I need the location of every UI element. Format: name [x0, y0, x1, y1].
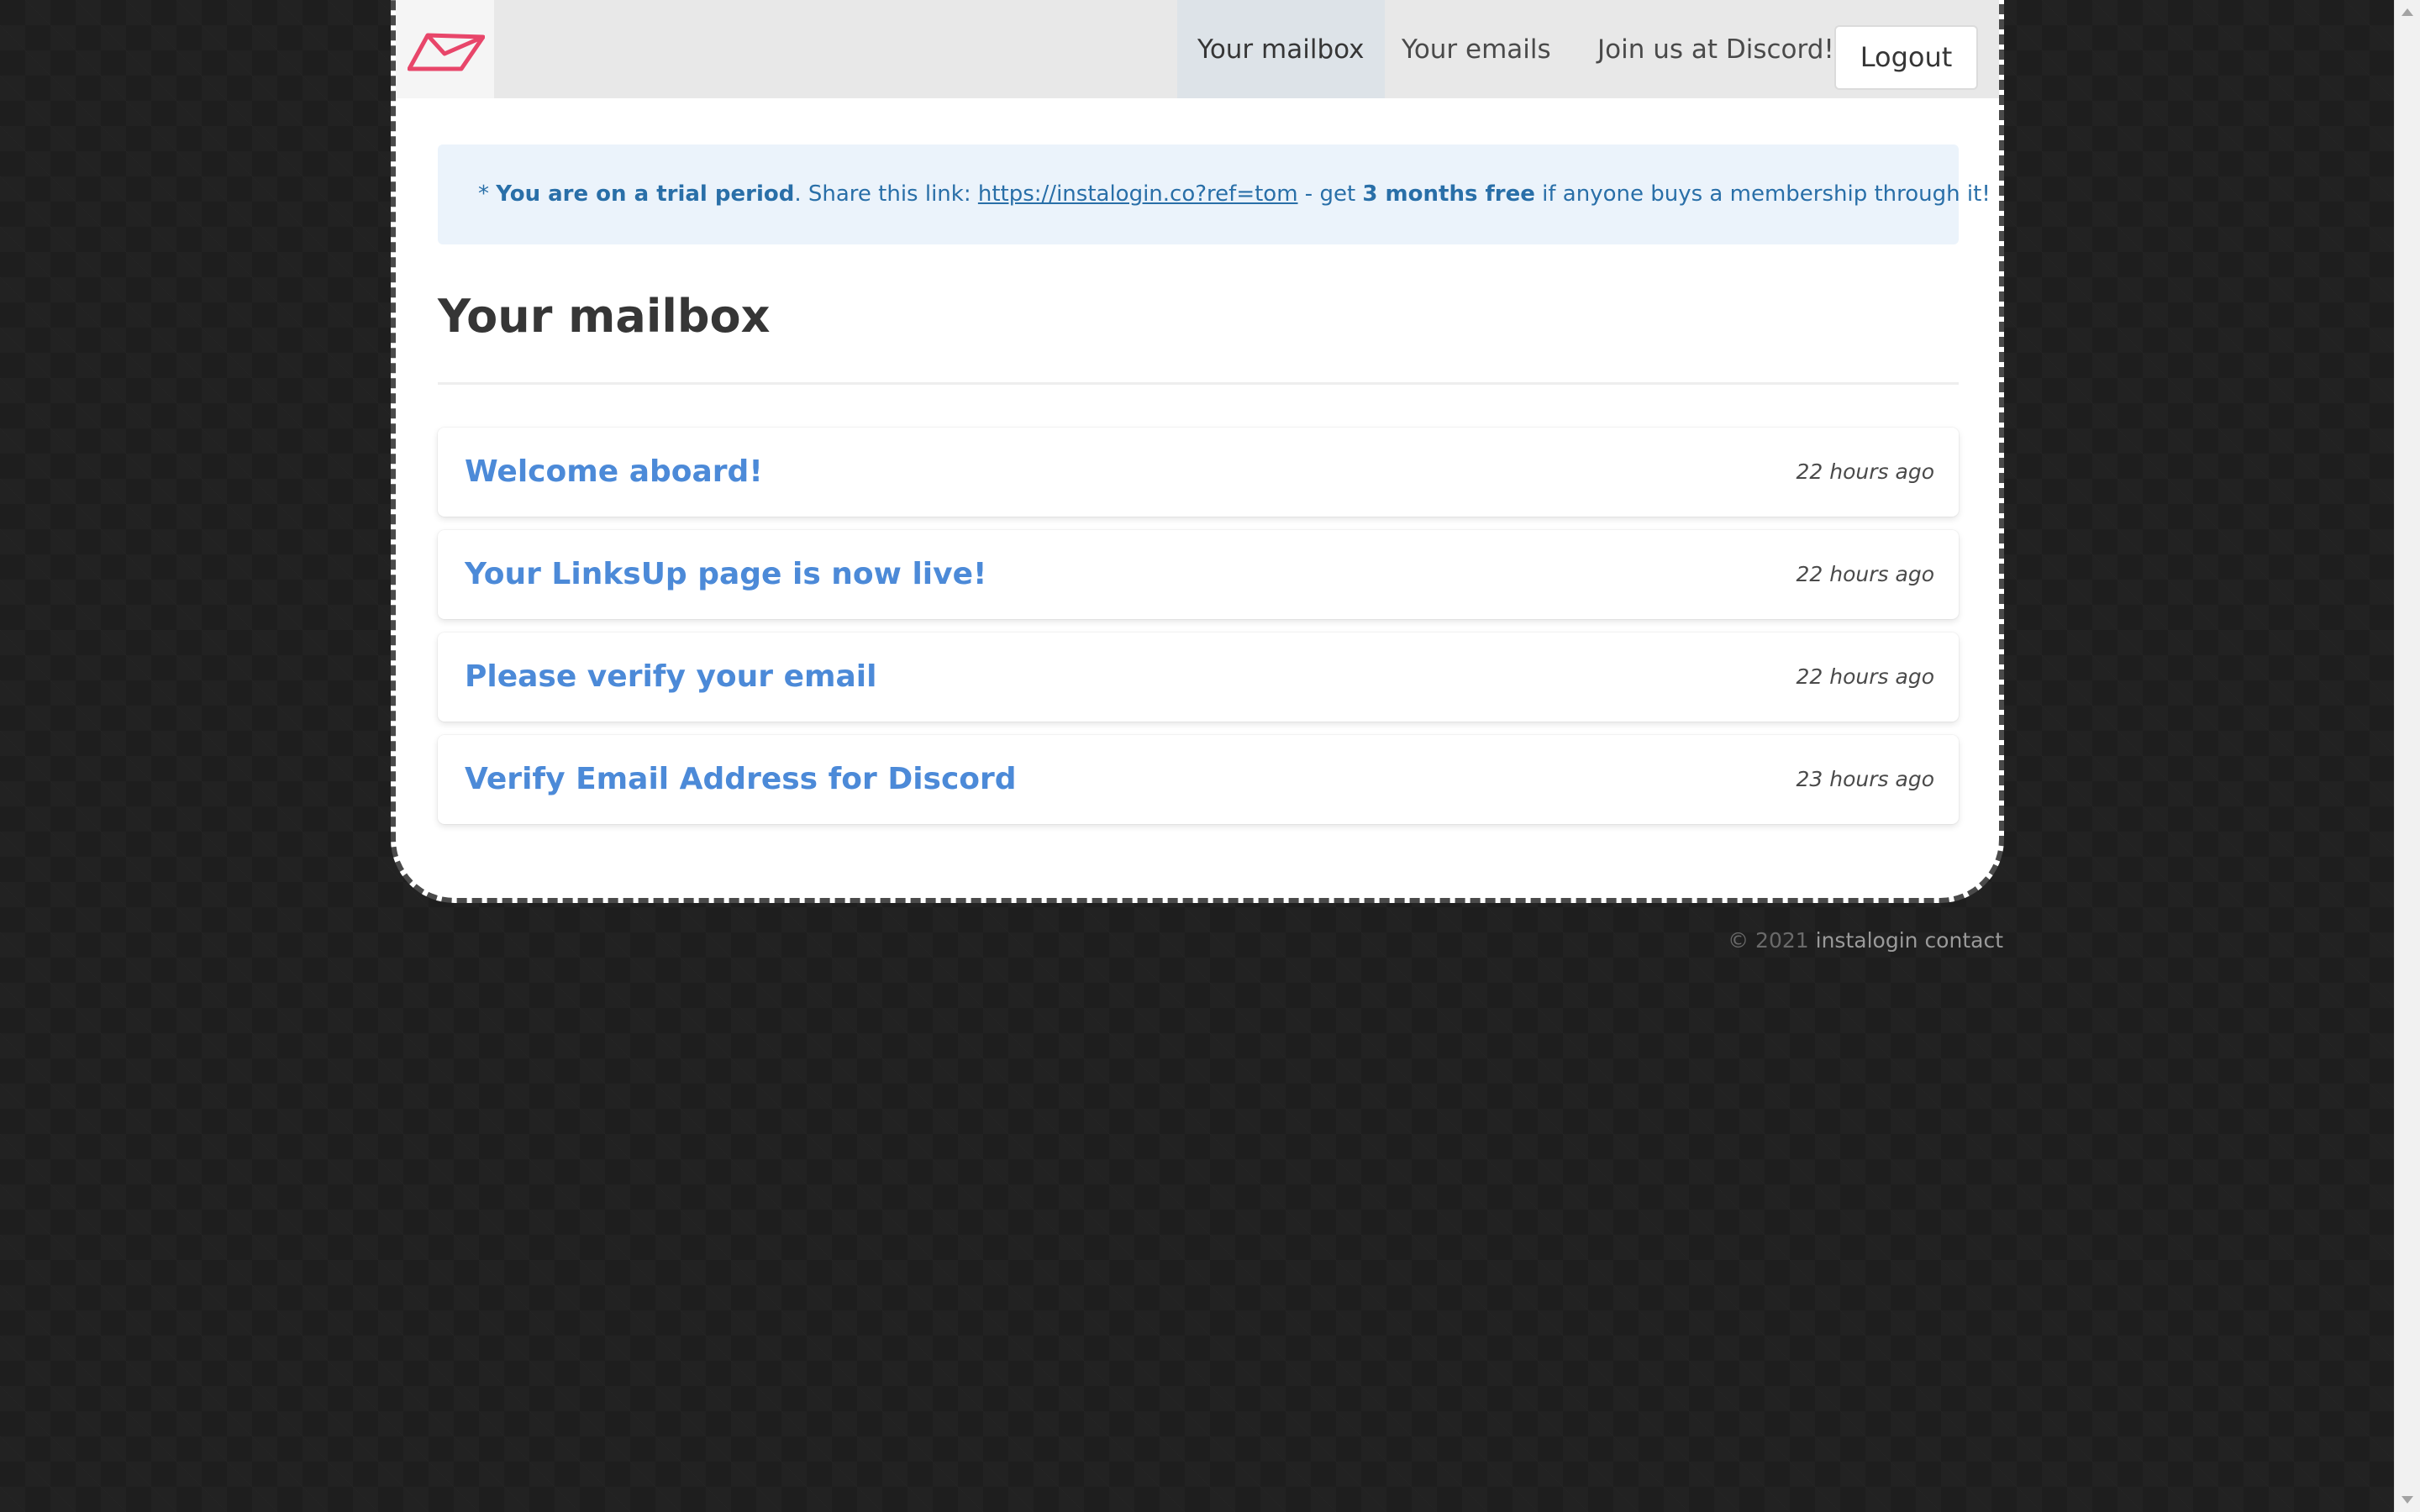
nav-link-discord[interactable]: Join us at Discord!: [1577, 0, 1854, 98]
email-item[interactable]: Verify Email Address for Discord 23 hour…: [438, 735, 1959, 824]
footer-contact-link[interactable]: contact: [1924, 928, 2003, 953]
email-time: 22 hours ago: [1796, 562, 1934, 586]
notice-prefix: *: [478, 181, 497, 207]
nav-link-your-mailbox[interactable]: Your mailbox: [1177, 0, 1385, 98]
email-item[interactable]: Welcome aboard! 22 hours ago: [438, 428, 1959, 517]
email-item[interactable]: Please verify your email 22 hours ago: [438, 633, 1959, 722]
email-subject[interactable]: Please verify your email: [465, 633, 876, 722]
title-divider: [438, 382, 1959, 385]
footer-copyright: © 2021: [1728, 928, 1809, 953]
email-time: 22 hours ago: [1796, 664, 1934, 689]
footer: © 2021 instalogin contact: [1728, 924, 2003, 958]
navbar: Your mailbox Your emails Join us at Disc…: [396, 0, 1999, 98]
scroll-up-arrow-icon[interactable]: [2402, 8, 2413, 16]
email-subject[interactable]: Verify Email Address for Discord: [465, 735, 1017, 824]
page-title: Your mailbox: [438, 290, 771, 343]
email-time: 22 hours ago: [1796, 459, 1934, 484]
notice-trial-text: You are on a trial period: [496, 181, 795, 207]
page-scrollbar[interactable]: [2394, 0, 2420, 1512]
email-subject[interactable]: Welcome aboard!: [465, 428, 763, 517]
trial-notice: * You are on a trial period. Share this …: [438, 144, 1991, 244]
nav-link-your-emails[interactable]: Your emails: [1381, 0, 1571, 98]
notice-free-text: 3 months free: [1362, 181, 1535, 207]
logo-link[interactable]: [396, 0, 494, 98]
notice-share-text: . Share this link:: [794, 181, 978, 207]
notice-suffix-text: if anyone buys a membership through it!: [1534, 181, 1991, 207]
email-item[interactable]: Your LinksUp page is now live! 22 hours …: [438, 530, 1959, 619]
notice-get-text: - get: [1297, 181, 1363, 207]
logout-button[interactable]: Logout: [1834, 25, 1978, 90]
envelope-logo-icon: [408, 33, 485, 71]
referral-link[interactable]: https://instalogin.co?ref=tom: [978, 181, 1298, 207]
footer-brand-link[interactable]: instalogin: [1816, 928, 1918, 953]
scroll-down-arrow-icon[interactable]: [2402, 1496, 2413, 1504]
email-time: 23 hours ago: [1796, 767, 1934, 791]
main-card: Your mailbox Your emails Join us at Disc…: [391, 0, 2004, 903]
email-subject[interactable]: Your LinksUp page is now live!: [465, 530, 986, 619]
